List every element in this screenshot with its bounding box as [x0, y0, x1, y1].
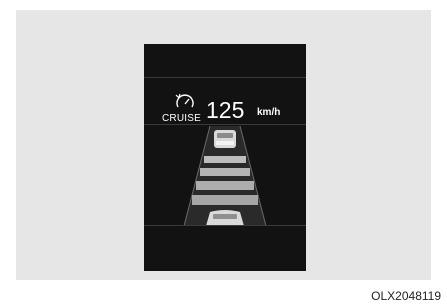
display-divider-middle — [144, 124, 306, 125]
set-speed-value: 125 — [206, 97, 245, 123]
display-divider-top — [144, 77, 306, 78]
cluster-display: CRUISE 125 km/h — [144, 44, 306, 271]
speed-unit: km/h — [257, 107, 281, 118]
distance-bar-3 — [196, 181, 254, 190]
distance-bar-1 — [204, 156, 246, 163]
cruise-status-row: CRUISE 125 km/h — [144, 91, 306, 124]
cruise-speedometer-icon — [175, 93, 194, 108]
lead-vehicle-icon — [214, 130, 236, 148]
display-divider-bottom — [144, 225, 306, 226]
distance-bar-4 — [192, 195, 258, 205]
own-vehicle-icon — [206, 210, 244, 226]
cruise-label: CRUISE — [162, 113, 201, 124]
figure-code: OLX2048119 — [371, 289, 441, 303]
distance-road-graphic — [183, 126, 267, 226]
distance-bar-2 — [200, 168, 250, 176]
